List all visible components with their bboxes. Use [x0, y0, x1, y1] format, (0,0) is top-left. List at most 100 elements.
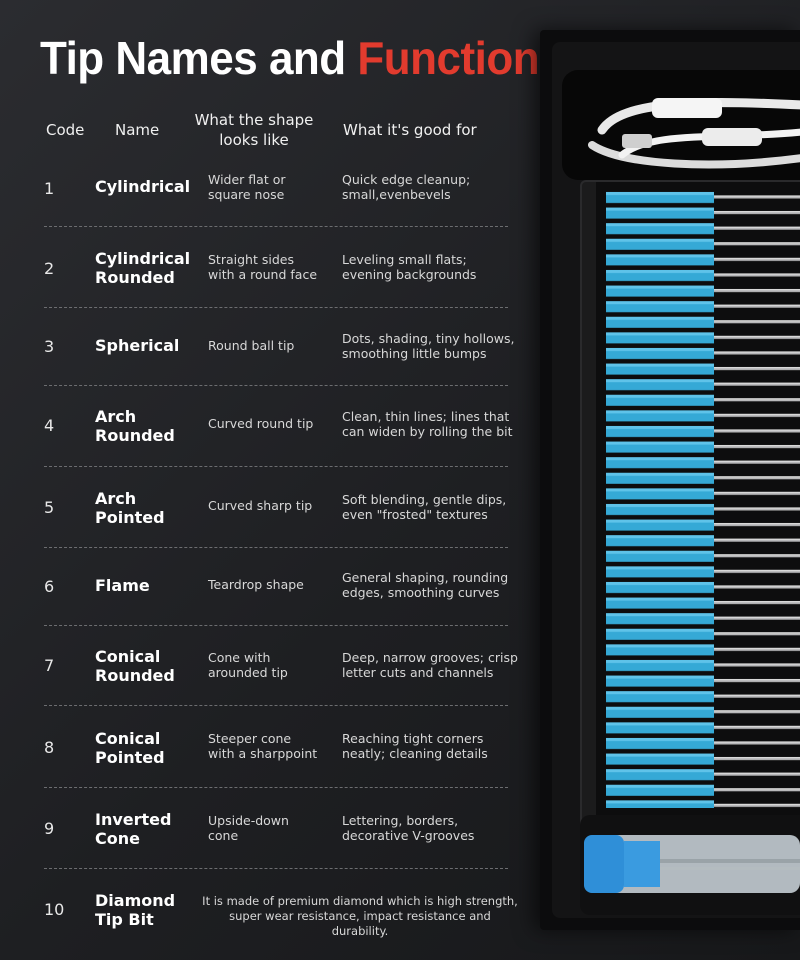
row-shape: Round ball tip: [208, 338, 333, 353]
row-good-line1: General shaping, rounding: [342, 570, 509, 585]
row-shape-line1: Steeper cone: [208, 731, 292, 746]
row-name-line1: Arch: [95, 489, 137, 508]
page-title: Tip Names and Functions: [40, 30, 564, 89]
row-good-line2: decorative V-grooves: [342, 828, 475, 843]
row-good-line2: edges, smoothing curves: [342, 585, 500, 600]
row-good-line1: Deep, narrow grooves; crisp: [342, 650, 518, 665]
row-good-line1: Leveling small flats;: [342, 252, 467, 267]
row-name-line1: Diamond: [95, 891, 176, 910]
row-good-for: General shaping, rounding edges, smoothin…: [342, 570, 522, 600]
row-name-line1: Inverted: [95, 810, 172, 829]
header-shape: What the shape looks like: [184, 110, 324, 150]
table-row: 1 Cylindrical Wider flat or square nose Q…: [0, 148, 540, 227]
row-good-for: Leveling small flats; evening backgrounds: [342, 252, 522, 282]
row-good-line1: Soft blending, gentle dips,: [342, 492, 507, 507]
row-code: 7: [44, 656, 55, 675]
row-good-line2: smoothing little bumps: [342, 346, 487, 361]
tube-icon: [584, 835, 800, 893]
header-code: Code: [46, 121, 85, 139]
header-name: Name: [115, 121, 160, 139]
title-red: Functions: [357, 33, 564, 85]
row-name: Conical Pointed: [95, 729, 195, 767]
row-shape-line1: Straight sides: [208, 252, 294, 267]
row-shape: Straight sides with a round face: [208, 252, 333, 282]
header-good-for: What it's good for: [343, 121, 477, 139]
row-good-line1: Lettering, borders,: [342, 813, 459, 828]
row-name: Conical Rounded: [95, 647, 195, 685]
row-name-line1: Cylindrical: [95, 249, 191, 268]
row-good-line2: letter cuts and channels: [342, 665, 494, 680]
row-good-line1: Dots, shading, tiny hollows,: [342, 331, 515, 346]
row-shape-line2: arounded tip: [208, 665, 288, 680]
row-code: 4: [44, 416, 55, 435]
row-shape: Curved sharp tip: [208, 498, 333, 513]
row-code: 5: [44, 498, 55, 517]
row-good-for: Quick edge cleanup; small,evenbevels: [342, 172, 522, 202]
table-row: 3 Spherical Round ball tip Dots, shading…: [0, 308, 540, 386]
row-shape: Steeper cone with a sharppoint: [208, 731, 333, 761]
row-name-line2: Tip Bit: [95, 910, 154, 929]
row-shape-line2: cone: [208, 828, 239, 843]
table-row: 10 Diamond Tip Bit It is made of premium …: [0, 869, 540, 951]
row-shape-line1: Cone with: [208, 650, 271, 665]
header-shape-line1: What the shape: [194, 111, 314, 129]
row-good-for: Lettering, borders, decorative V-grooves: [342, 813, 522, 843]
row-shape-line1: Curved round tip: [208, 416, 314, 431]
row-good-line2: small,evenbevels: [342, 187, 451, 202]
row-good-line2: can widen by rolling the bit: [342, 424, 513, 439]
bit-tube: [580, 815, 800, 915]
table-row: 8 Conical Pointed Steeper cone with a shar…: [0, 706, 540, 788]
row-code: 8: [44, 738, 55, 757]
row-good-for: Deep, narrow grooves; crisp letter cuts a…: [342, 650, 522, 680]
row-shape-line1: Teardrop shape: [208, 577, 304, 592]
row-name: Diamond Tip Bit: [95, 891, 195, 929]
row-name: Arch Rounded: [95, 407, 195, 445]
row-good-for: Reaching tight corners neatly; cleaning d…: [342, 731, 522, 761]
row-good-line1: Clean, thin lines; lines that: [342, 409, 510, 424]
row-good-line1: Reaching tight corners: [342, 731, 484, 746]
row-description: It is made of premium diamond which is h…: [200, 894, 520, 939]
table-row: 9 Inverted Cone Upside-down cone Lettering…: [0, 788, 540, 869]
row-good-line2: even "frosted" textures: [342, 507, 488, 522]
row-name-line2: Pointed: [95, 508, 165, 527]
row-code: 3: [44, 337, 55, 356]
row-code: 1: [44, 179, 55, 198]
row-shape: Upside-down cone: [208, 813, 333, 843]
table-row: 6 Flame Teardrop shape General shaping, …: [0, 548, 540, 626]
row-name: Cylindrical Rounded: [95, 249, 195, 287]
usb-cable-icon: [588, 98, 800, 169]
table-row: 7 Conical Rounded Cone with arounded tip D…: [0, 626, 540, 706]
row-name-line1: Cylindrical: [95, 177, 191, 196]
row-name-line1: Flame: [95, 576, 150, 595]
table-row: 5 Arch Pointed Curved sharp tip Soft blen…: [0, 467, 540, 548]
row-good-for: Clean, thin lines; lines that can widen b…: [342, 409, 522, 439]
row-name: Spherical: [95, 336, 195, 355]
row-shape: Teardrop shape: [208, 577, 333, 592]
row-shape: Curved round tip: [208, 416, 333, 431]
row-name: Arch Pointed: [95, 489, 195, 527]
row-shape: Wider flat or square nose: [208, 172, 333, 202]
drill-bits-icon: [596, 182, 800, 828]
row-shape-line2: square nose: [208, 187, 285, 202]
row-code: 6: [44, 577, 55, 596]
title-white: Tip Names and: [40, 33, 346, 85]
row-shape-line2: with a sharppoint: [208, 746, 318, 761]
bit-tray: [580, 180, 800, 834]
row-desc-line2: super wear resistance, impact resistance…: [229, 909, 491, 938]
row-code: 9: [44, 819, 55, 838]
table-row: 2 Cylindrical Rounded Straight sides with …: [0, 227, 540, 308]
row-name-line1: Conical: [95, 647, 161, 666]
row-shape-line1: Upside-down: [208, 813, 289, 828]
row-name-line1: Conical: [95, 729, 161, 748]
table-row: 4 Arch Rounded Curved round tip Clean, th…: [0, 386, 540, 467]
header-shape-line2: looks like: [219, 131, 289, 149]
row-shape: Cone with arounded tip: [208, 650, 333, 680]
row-good-for: Dots, shading, tiny hollows, smoothing li…: [342, 331, 522, 361]
row-name-line2: Rounded: [95, 426, 175, 445]
row-shape-line1: Round ball tip: [208, 338, 295, 353]
row-name-line2: Cone: [95, 829, 140, 848]
row-code: 10: [44, 900, 65, 919]
row-name-line1: Arch: [95, 407, 137, 426]
row-name: Cylindrical: [95, 177, 195, 196]
row-shape-line1: Curved sharp tip: [208, 498, 313, 513]
